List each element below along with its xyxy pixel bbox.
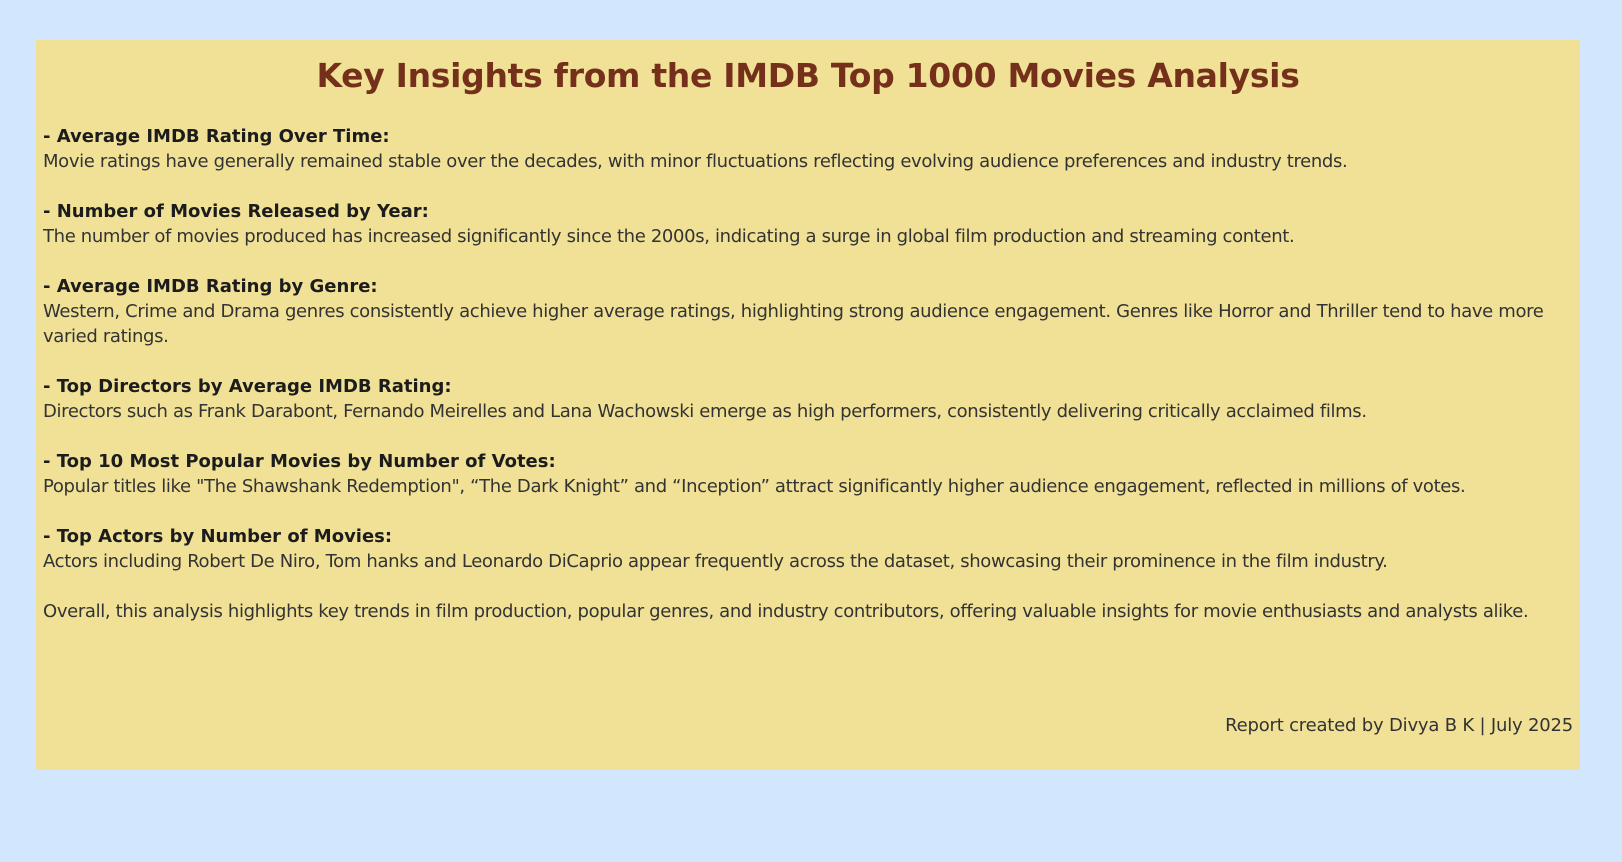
insight-section: - Average IMDB Rating by Genre: Western,… [43,274,1573,349]
insight-heading: - Top 10 Most Popular Movies by Number o… [43,451,556,472]
insight-heading: - Average IMDB Rating by Genre: [43,276,378,297]
report-credit: Report created by Divya B K | July 2025 [1225,715,1573,736]
insight-section: - Top Directors by Average IMDB Rating: … [43,374,1573,424]
insights-list: - Average IMDB Rating Over Time: Movie r… [43,124,1573,624]
insight-heading: - Average IMDB Rating Over Time: [43,126,390,147]
insight-body: Popular titles like "The Shawshank Redem… [43,476,1466,497]
page-title: Key Insights from the IMDB Top 1000 Movi… [316,56,1300,95]
conclusion-paragraph: Overall, this analysis highlights key tr… [43,601,1529,622]
insight-heading: - Top Directors by Average IMDB Rating: [43,376,452,397]
insight-section: - Top Actors by Number of Movies: Actors… [43,524,1573,574]
insight-body: Actors including Robert De Niro, Tom han… [43,551,1388,572]
insight-heading: - Number of Movies Released by Year: [43,201,429,222]
insight-body: Movie ratings have generally remained st… [43,151,1348,172]
insight-heading: - Top Actors by Number of Movies: [43,526,393,547]
insight-section: - Top 10 Most Popular Movies by Number o… [43,449,1573,499]
insight-body: Directors such as Frank Darabont, Fernan… [43,401,1367,422]
insight-body: Western, Crime and Drama genres consiste… [43,301,1544,347]
insights-panel: Key Insights from the IMDB Top 1000 Movi… [36,40,1580,770]
insight-body: The number of movies produced has increa… [43,226,1295,247]
insight-section: - Average IMDB Rating Over Time: Movie r… [43,124,1573,174]
insight-section: - Number of Movies Released by Year: The… [43,199,1573,249]
